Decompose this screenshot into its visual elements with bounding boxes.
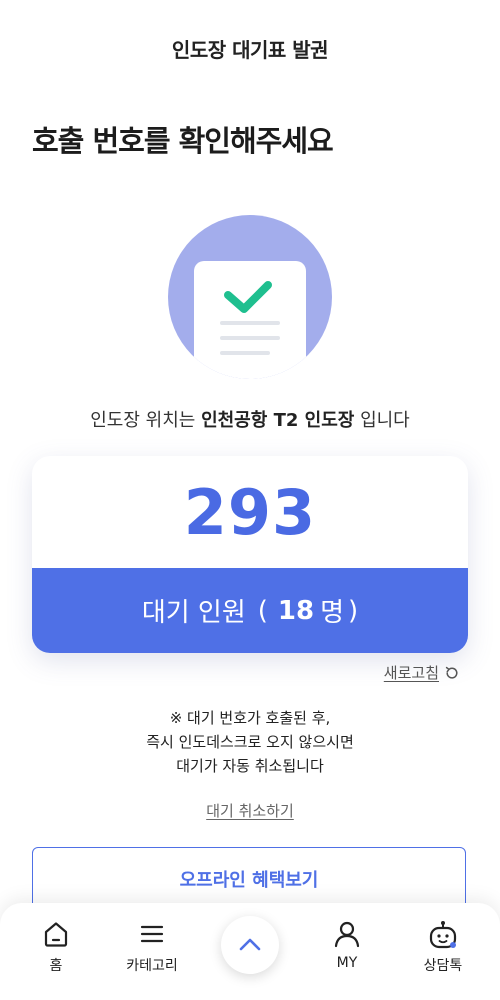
close-paren: ) — [348, 595, 359, 626]
queue-card: 293 대기 인원 ( 18 명 ) — [32, 456, 468, 653]
location-suffix: 입니다 — [360, 410, 410, 431]
nav-label-my: MY — [336, 955, 358, 971]
open-paren: ( — [257, 595, 268, 626]
bottom-nav: 홈 카테고리 MY 상담톡 — [0, 903, 500, 1000]
notice-line: 대기가 자동 취소됩니다 — [176, 757, 324, 775]
waiting-count-bar: 대기 인원 ( 18 명 ) — [32, 568, 468, 653]
location-line: 인도장 위치는 인천공항 T2 인도장 입니다 — [0, 406, 500, 432]
nav-label-chat: 상담톡 — [423, 958, 463, 974]
nav-item-category[interactable]: 카테고리 — [112, 919, 192, 983]
cancel-queue-row: 대기 취소하기 — [0, 800, 500, 821]
user-icon — [334, 921, 360, 948]
offline-benefits-button[interactable]: 오프라인 혜택보기 — [32, 847, 466, 911]
refresh-icon — [445, 666, 458, 679]
ticket-illustration — [168, 215, 332, 379]
refresh-button[interactable]: 새로고침 — [384, 662, 460, 683]
waiting-label: 대기 인원 — [141, 598, 246, 628]
waiting-unit: 명 — [320, 598, 345, 628]
nav-label-home: 홈 — [49, 958, 63, 974]
nav-item-home[interactable]: 홈 — [16, 919, 96, 983]
checkmark-icon — [220, 281, 280, 355]
headline: 호출 번호를 확인해주세요 — [32, 124, 334, 158]
location-prefix: 인도장 위치는 — [90, 410, 196, 431]
location-name: 인천공항 T2 인도장 — [201, 410, 355, 431]
notice-text: ※ 대기 번호가 호출된 후, 즉시 인도데스크로 오지 않으시면 대기가 자동… — [0, 706, 500, 778]
app-header: 인도장 대기표 발권 — [0, 0, 500, 96]
notice-line: ※ 대기 번호가 호출된 후, — [169, 709, 331, 727]
queue-number: 293 — [183, 475, 317, 549]
home-icon — [44, 922, 68, 947]
chevron-up-icon — [239, 938, 261, 951]
nav-label-category: 카테고리 — [126, 958, 178, 974]
menu-icon — [140, 925, 164, 943]
nav-item-chat[interactable]: 상담톡 — [403, 919, 483, 983]
chatbot-icon — [429, 921, 457, 949]
waiting-count: 18 — [277, 595, 315, 626]
refresh-label: 새로고침 — [383, 664, 439, 682]
notice-line: 즉시 인도데스크로 오지 않으시면 — [146, 733, 354, 751]
cancel-queue-link[interactable]: 대기 취소하기 — [206, 802, 294, 820]
nav-item-my[interactable]: MY — [307, 919, 387, 983]
scroll-top-button[interactable] — [221, 916, 279, 974]
page-title: 인도장 대기표 발권 — [171, 37, 329, 62]
